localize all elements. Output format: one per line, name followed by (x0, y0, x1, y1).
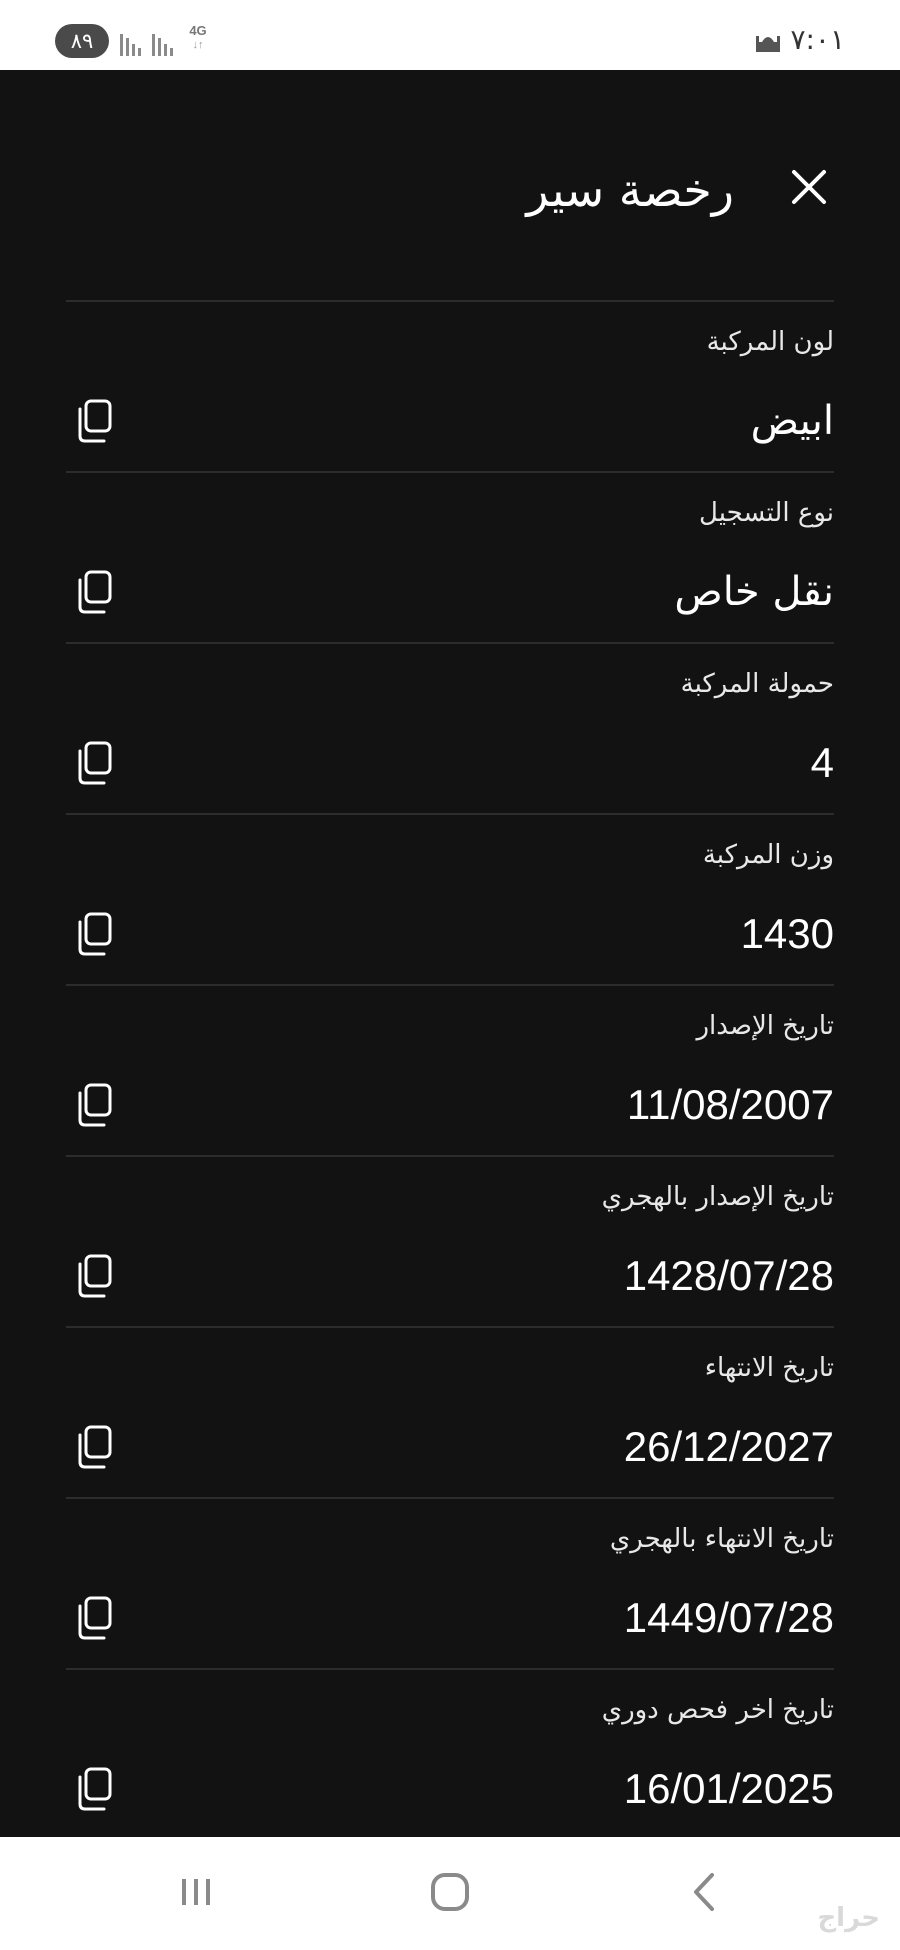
signal-icon (152, 28, 173, 56)
field-label: حمولة المركبة (680, 669, 834, 699)
field-row-vehicle-load: حمولة المركبة 4 (66, 642, 834, 813)
copy-icon[interactable] (74, 1595, 114, 1641)
field-label: نوع التسجيل (699, 498, 834, 528)
field-row-last-inspection-date: تاريخ اخر فحص دوري 16/01/2025 (66, 1668, 834, 1837)
field-row-vehicle-weight: وزن المركبة 1430 (66, 813, 834, 984)
header: رخصة سير (66, 150, 834, 250)
vehicle-registration-screen: رخصة سير لون المركبة ابيض نوع التسجيل نق… (0, 70, 900, 1837)
field-label: تاريخ اخر فحص دوري (601, 1695, 834, 1725)
copy-icon[interactable] (74, 398, 114, 444)
field-value: 16/01/2025 (623, 1765, 834, 1812)
field-label: تاريخ الإصدار (696, 1011, 834, 1041)
field-label: وزن المركبة (702, 840, 834, 870)
status-bar: ٨٩ 4G ↓↑ ٧:٠١ (0, 0, 900, 70)
page-title: رخصة سير (526, 163, 734, 217)
recent-apps-icon[interactable] (176, 1867, 216, 1917)
battery-indicator: ٨٩ (55, 24, 109, 58)
field-list: لون المركبة ابيض نوع التسجيل نقل خاص حمو… (66, 300, 834, 1837)
field-value: 11/08/2007 (626, 1081, 834, 1128)
copy-icon[interactable] (74, 1766, 114, 1812)
system-nav-bar: حراج (0, 1837, 900, 1950)
close-icon[interactable] (784, 162, 834, 212)
copy-icon[interactable] (74, 1253, 114, 1299)
field-value: 4 (810, 739, 834, 786)
field-row-expiry-date-hijri: تاريخ الانتهاء بالهجري 1449/07/28 (66, 1497, 834, 1668)
field-value: ابيض (750, 398, 834, 444)
copy-icon[interactable] (74, 911, 114, 957)
field-value: نقل خاص (674, 569, 834, 615)
field-value: 1430 (740, 910, 834, 957)
field-value: 1428/07/28 (623, 1252, 834, 1299)
field-value: 26/12/2027 (623, 1423, 834, 1470)
copy-icon[interactable] (74, 1082, 114, 1128)
field-row-registration-type: نوع التسجيل نقل خاص (66, 471, 834, 642)
data-arrows-icon: ↓↑ (192, 39, 204, 51)
field-label: تاريخ الانتهاء (704, 1353, 834, 1383)
field-value: 1449/07/28 (623, 1594, 834, 1641)
field-row-vehicle-color: لون المركبة ابيض (66, 300, 834, 471)
home-icon[interactable] (425, 1867, 475, 1917)
clock: ٧:٠١ (790, 23, 845, 56)
field-label: تاريخ الإصدار بالهجري (601, 1182, 834, 1212)
watermark-logo: حراج (817, 1903, 880, 1933)
field-label: لون المركبة (706, 327, 834, 357)
back-icon[interactable] (684, 1867, 724, 1917)
copy-icon[interactable] (74, 1424, 114, 1470)
network-label: 4G (189, 23, 207, 38)
field-row-expiry-date: تاريخ الانتهاء 26/12/2027 (66, 1326, 834, 1497)
copy-icon[interactable] (74, 740, 114, 786)
mosque-icon (756, 36, 780, 52)
field-label: تاريخ الانتهاء بالهجري (609, 1524, 834, 1554)
field-row-issue-date-hijri: تاريخ الإصدار بالهجري 1428/07/28 (66, 1155, 834, 1326)
signal-icon (120, 28, 141, 56)
copy-icon[interactable] (74, 569, 114, 615)
field-row-issue-date: تاريخ الإصدار 11/08/2007 (66, 984, 834, 1155)
network-4g-icon: 4G ↓↑ (186, 24, 210, 58)
